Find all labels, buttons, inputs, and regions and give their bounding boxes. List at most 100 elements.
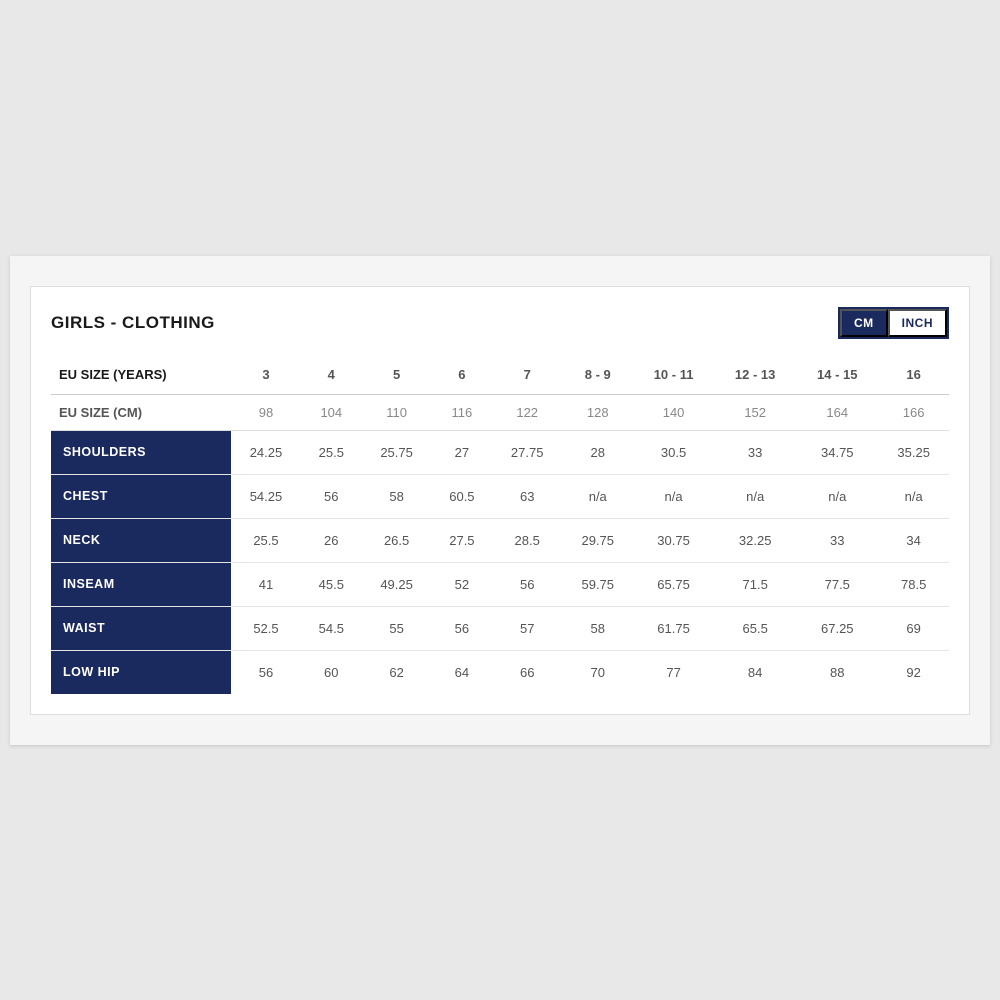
inseam-3: 41 <box>231 562 302 606</box>
row-label-inseam: INSEAM <box>51 562 231 606</box>
waist-3: 52.5 <box>231 606 302 650</box>
table-row: CHEST 54.25 56 58 60.5 63 n/a n/a n/a n/… <box>51 474 949 518</box>
col-header-4: 4 <box>301 355 361 395</box>
shoulders-14-15: 34.75 <box>796 430 878 474</box>
sub-166: 166 <box>878 394 949 430</box>
col-header-6: 6 <box>432 355 492 395</box>
col-header-10-11: 10 - 11 <box>633 355 714 395</box>
waist-10-11: 61.75 <box>633 606 714 650</box>
neck-6: 27.5 <box>432 518 492 562</box>
row-label-waist: WAIST <box>51 606 231 650</box>
sub-98: 98 <box>231 394 302 430</box>
col-header-7: 7 <box>492 355 563 395</box>
low-hip-7: 66 <box>492 650 563 694</box>
col-header-14-15: 14 - 15 <box>796 355 878 395</box>
row-label-neck: NECK <box>51 518 231 562</box>
inseam-6: 52 <box>432 562 492 606</box>
low-hip-12-13: 84 <box>714 650 796 694</box>
low-hip-8-9: 70 <box>562 650 633 694</box>
table-row: WAIST 52.5 54.5 55 56 57 58 61.75 65.5 6… <box>51 606 949 650</box>
neck-16: 34 <box>878 518 949 562</box>
sub-128: 128 <box>562 394 633 430</box>
waist-4: 54.5 <box>301 606 361 650</box>
inseam-16: 78.5 <box>878 562 949 606</box>
inseam-10-11: 65.75 <box>633 562 714 606</box>
neck-3: 25.5 <box>231 518 302 562</box>
low-hip-14-15: 88 <box>796 650 878 694</box>
neck-7: 28.5 <box>492 518 563 562</box>
waist-7: 57 <box>492 606 563 650</box>
waist-16: 69 <box>878 606 949 650</box>
neck-12-13: 32.25 <box>714 518 796 562</box>
sub-164: 164 <box>796 394 878 430</box>
shoulders-3: 24.25 <box>231 430 302 474</box>
neck-8-9: 29.75 <box>562 518 633 562</box>
col-header-5: 5 <box>361 355 432 395</box>
waist-14-15: 67.25 <box>796 606 878 650</box>
unit-toggle: CM INCH <box>838 307 949 339</box>
col-header-16: 16 <box>878 355 949 395</box>
shoulders-8-9: 28 <box>562 430 633 474</box>
chest-6: 60.5 <box>432 474 492 518</box>
neck-14-15: 33 <box>796 518 878 562</box>
sub-header-label: EU SIZE (CM) <box>51 394 231 430</box>
inseam-12-13: 71.5 <box>714 562 796 606</box>
inch-button[interactable]: INCH <box>888 309 947 337</box>
sub-104: 104 <box>301 394 361 430</box>
inseam-7: 56 <box>492 562 563 606</box>
table-wrapper: GIRLS - CLOTHING CM INCH EU SIZE (YEARS)… <box>30 286 970 715</box>
low-hip-5: 62 <box>361 650 432 694</box>
subheader-row: EU SIZE (CM) 98 104 110 116 122 128 140 … <box>51 394 949 430</box>
table-row: INSEAM 41 45.5 49.25 52 56 59.75 65.75 7… <box>51 562 949 606</box>
col-header-3: 3 <box>231 355 302 395</box>
shoulders-4: 25.5 <box>301 430 361 474</box>
row-label-shoulders: SHOULDERS <box>51 430 231 474</box>
col-header-12-13: 12 - 13 <box>714 355 796 395</box>
row-label-chest: CHEST <box>51 474 231 518</box>
shoulders-5: 25.75 <box>361 430 432 474</box>
inseam-14-15: 77.5 <box>796 562 878 606</box>
low-hip-3: 56 <box>231 650 302 694</box>
chest-4: 56 <box>301 474 361 518</box>
sub-110: 110 <box>361 394 432 430</box>
chest-12-13: n/a <box>714 474 796 518</box>
chest-7: 63 <box>492 474 563 518</box>
sub-116: 116 <box>432 394 492 430</box>
row-header-label: EU SIZE (YEARS) <box>51 355 231 395</box>
row-label-low-hip: LOW HIP <box>51 650 231 694</box>
shoulders-6: 27 <box>432 430 492 474</box>
chest-16: n/a <box>878 474 949 518</box>
page-container: GIRLS - CLOTHING CM INCH EU SIZE (YEARS)… <box>10 256 990 745</box>
chest-14-15: n/a <box>796 474 878 518</box>
inseam-8-9: 59.75 <box>562 562 633 606</box>
chest-10-11: n/a <box>633 474 714 518</box>
waist-6: 56 <box>432 606 492 650</box>
chest-5: 58 <box>361 474 432 518</box>
cm-button[interactable]: CM <box>840 309 888 337</box>
neck-5: 26.5 <box>361 518 432 562</box>
low-hip-10-11: 77 <box>633 650 714 694</box>
inseam-4: 45.5 <box>301 562 361 606</box>
col-header-8-9: 8 - 9 <box>562 355 633 395</box>
sub-152: 152 <box>714 394 796 430</box>
table-title: GIRLS - CLOTHING <box>51 313 215 333</box>
table-header: GIRLS - CLOTHING CM INCH <box>51 307 949 339</box>
chest-3: 54.25 <box>231 474 302 518</box>
sub-122: 122 <box>492 394 563 430</box>
shoulders-7: 27.75 <box>492 430 563 474</box>
low-hip-6: 64 <box>432 650 492 694</box>
low-hip-4: 60 <box>301 650 361 694</box>
chest-8-9: n/a <box>562 474 633 518</box>
shoulders-12-13: 33 <box>714 430 796 474</box>
table-row: SHOULDERS 24.25 25.5 25.75 27 27.75 28 3… <box>51 430 949 474</box>
neck-10-11: 30.75 <box>633 518 714 562</box>
column-header-row: EU SIZE (YEARS) 3 4 5 6 7 8 - 9 10 - 11 … <box>51 355 949 395</box>
inseam-5: 49.25 <box>361 562 432 606</box>
waist-12-13: 65.5 <box>714 606 796 650</box>
waist-5: 55 <box>361 606 432 650</box>
table-row: NECK 25.5 26 26.5 27.5 28.5 29.75 30.75 … <box>51 518 949 562</box>
low-hip-16: 92 <box>878 650 949 694</box>
shoulders-16: 35.25 <box>878 430 949 474</box>
neck-4: 26 <box>301 518 361 562</box>
sub-140: 140 <box>633 394 714 430</box>
